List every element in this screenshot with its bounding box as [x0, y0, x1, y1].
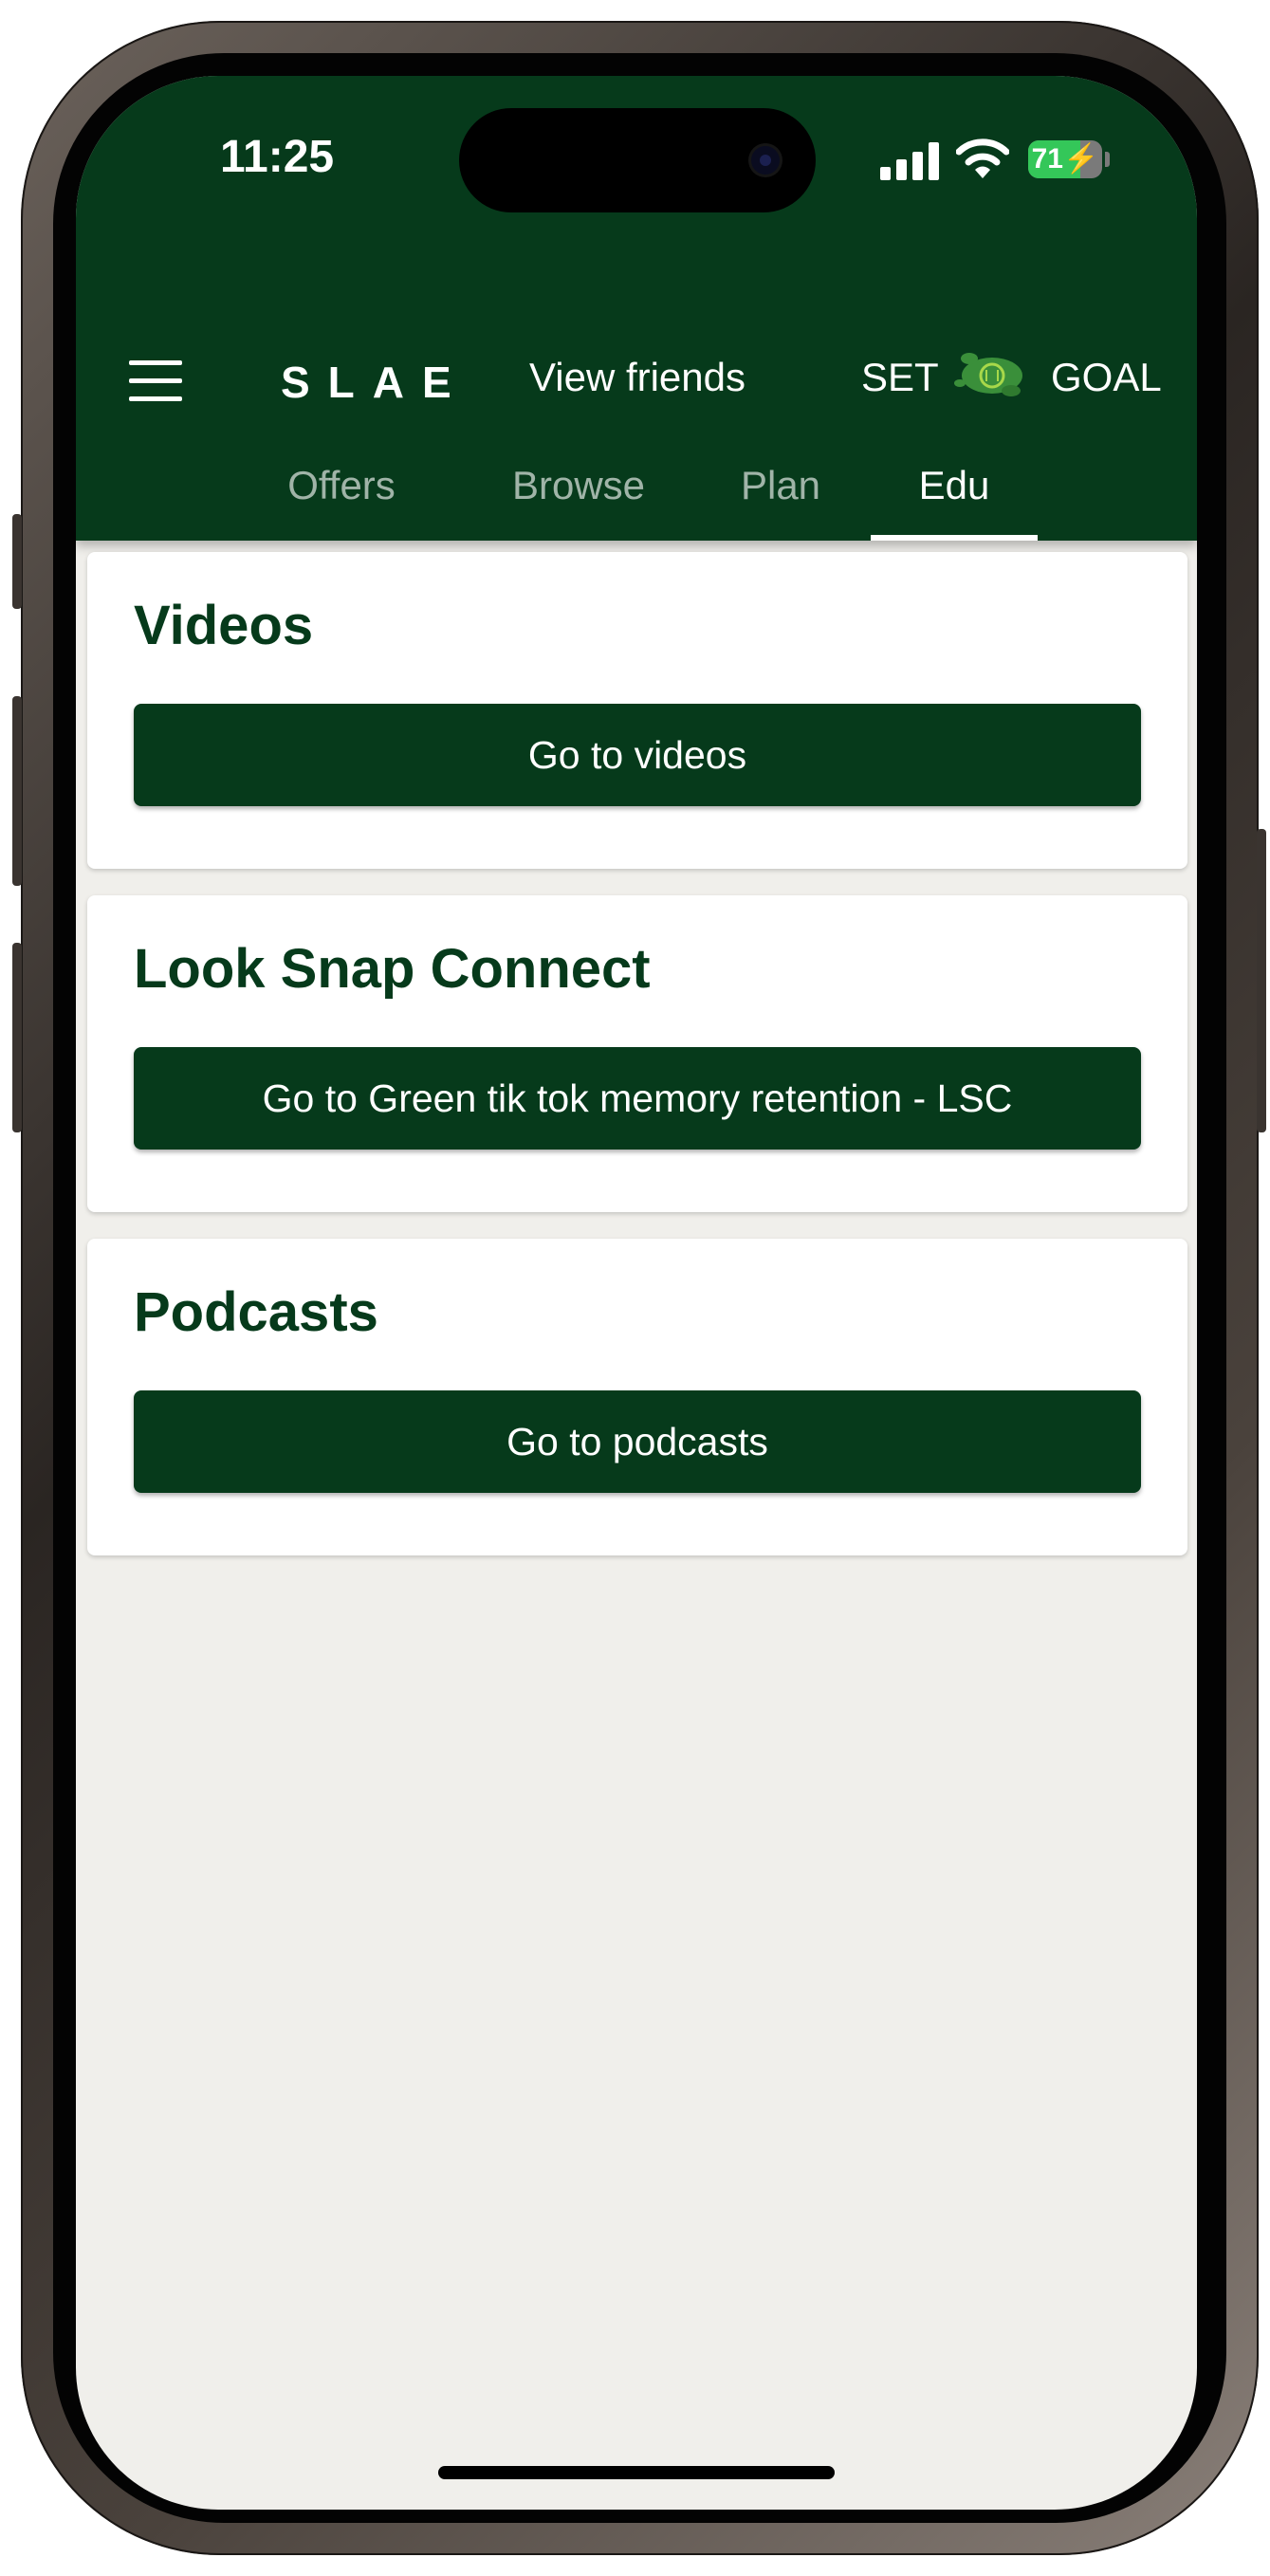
look-snap-connect-card: Look Snap Connect Go to Green tik tok me… — [87, 895, 1187, 1212]
videos-card: Videos Go to videos — [87, 552, 1187, 869]
wifi-icon — [956, 138, 1009, 178]
go-to-lsc-button[interactable]: Go to Green tik tok memory retention - L… — [134, 1047, 1141, 1150]
card-title: Look Snap Connect — [134, 938, 651, 1000]
power-button — [1257, 829, 1266, 1132]
home-indicator — [438, 2466, 835, 2479]
cellular-signal-icon — [880, 142, 939, 180]
battery-tip — [1105, 152, 1110, 167]
active-tab-indicator — [871, 535, 1038, 541]
dynamic-island — [459, 108, 816, 212]
tab-plan[interactable]: Plan — [728, 463, 833, 541]
volume-up-button — [12, 696, 22, 886]
status-time: 11:25 — [220, 132, 335, 182]
view-friends-link[interactable]: View friends — [529, 355, 804, 412]
tab-bar: Offers Browse Plan Edu — [76, 463, 1197, 541]
tab-offers[interactable]: Offers — [275, 463, 408, 541]
card-title: Podcasts — [134, 1281, 378, 1343]
card-title: Videos — [134, 595, 314, 656]
battery-icon: 71⚡ — [1028, 140, 1102, 178]
volume-down-button — [12, 943, 22, 1132]
app-header: 11:25 71⚡ SLAE View friends SET GOAL Off… — [76, 76, 1197, 541]
action-button — [12, 514, 22, 609]
go-to-videos-button[interactable]: Go to videos — [134, 704, 1141, 806]
go-to-podcasts-button[interactable]: Go to podcasts — [134, 1390, 1141, 1493]
app-screen: 11:25 71⚡ SLAE View friends SET GOAL Off… — [76, 76, 1197, 2510]
front-camera-icon — [751, 146, 780, 175]
leaf-co-icon — [954, 353, 1022, 396]
brand-logo-text[interactable]: SLAE — [281, 357, 470, 414]
hamburger-menu-icon[interactable] — [129, 360, 182, 402]
podcasts-card: Podcasts Go to podcasts — [87, 1239, 1187, 1555]
battery-level: 71⚡ — [1031, 143, 1099, 175]
tab-browse[interactable]: Browse — [493, 463, 664, 541]
tab-edu[interactable]: Edu — [897, 463, 1011, 541]
goal-label: GOAL — [1051, 355, 1162, 399]
set-goal-button[interactable]: SET GOAL — [861, 343, 1174, 419]
set-label: SET — [861, 355, 939, 399]
